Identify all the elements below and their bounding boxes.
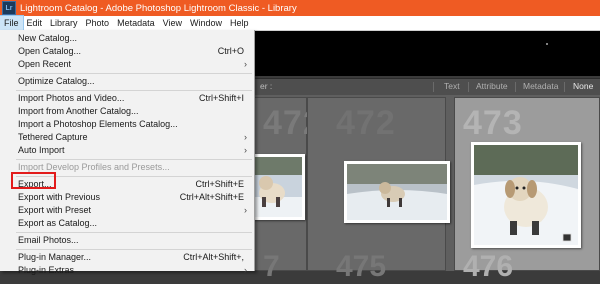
menu-item-export-with-preset[interactable]: Export with Preset › — [0, 204, 254, 217]
submenu-arrow-icon: › — [244, 59, 247, 69]
menu-item-tethered-capture[interactable]: Tethered Capture › — [0, 131, 254, 144]
menu-item-label: Export as Catalog... — [18, 218, 98, 228]
menu-photo[interactable]: Photo — [82, 16, 114, 30]
dog-photo-image — [474, 145, 578, 245]
identity-plate — [255, 31, 600, 76]
cell-index-next: 475 — [336, 250, 387, 283]
menu-view[interactable]: View — [159, 16, 186, 30]
menu-item-label: Optimize Catalog... — [18, 76, 95, 86]
menu-item-new-catalog[interactable]: New Catalog... — [0, 32, 254, 45]
cell-index-next: 476 — [463, 250, 514, 283]
submenu-arrow-icon: › — [244, 205, 247, 215]
menu-item-import-photos[interactable]: Import Photos and Video... Ctrl+Shift+I — [0, 92, 254, 105]
menu-item-shortcut: Ctrl+O — [217, 46, 244, 56]
divider — [564, 82, 565, 92]
menu-item-label: Import from Another Catalog... — [18, 106, 139, 116]
menu-item-open-catalog[interactable]: Open Catalog... Ctrl+O — [0, 45, 254, 58]
menu-item-label: Open Recent — [18, 59, 72, 69]
filter-label: er : — [260, 81, 273, 91]
menu-help[interactable]: Help — [226, 16, 253, 30]
library-filter-bar: er : Text Attribute Metadata None — [255, 78, 600, 95]
divider — [433, 82, 434, 92]
photo-thumbnail[interactable] — [344, 161, 450, 223]
menu-item-shortcut: Ctrl+Alt+Shift+, — [183, 252, 244, 262]
submenu-arrow-icon: › — [244, 132, 247, 142]
menu-item-label: New Catalog... — [18, 33, 78, 43]
menu-item-import-elements-catalog[interactable]: Import a Photoshop Elements Catalog... — [0, 118, 254, 131]
menu-item-label: Export with Preset — [18, 205, 92, 215]
lightroom-app-icon: Lr — [2, 1, 16, 15]
grid-cell[interactable]: 472 475 — [307, 97, 450, 283]
cell-index: 472 — [336, 104, 396, 142]
menu-bar: File Edit Library Photo Metadata View Wi… — [0, 15, 600, 31]
menu-item-label: Export with Previous — [18, 192, 101, 202]
menu-edit[interactable]: Edit — [23, 16, 47, 30]
menu-item-open-recent[interactable]: Open Recent › — [0, 58, 254, 71]
menu-item-label: Auto Import — [18, 145, 65, 155]
cell-index-next: 7 — [263, 250, 280, 283]
menu-item-label: Plug-in Manager... — [18, 252, 92, 262]
menu-divider — [16, 249, 252, 250]
menu-item-plugin-manager[interactable]: Plug-in Manager... Ctrl+Alt+Shift+, — [0, 251, 254, 264]
divider — [515, 82, 516, 92]
menu-library[interactable]: Library — [46, 16, 82, 30]
export-highlight-box — [11, 172, 56, 189]
dog-photo-image — [252, 157, 302, 217]
grid-cell-selected[interactable]: 473 476 — [454, 97, 600, 283]
menu-item-label: Tethered Capture — [18, 132, 88, 142]
menu-item-label: Email Photos... — [18, 235, 79, 245]
menu-item-shortcut: Ctrl+Alt+Shift+E — [179, 192, 244, 202]
divider — [468, 82, 469, 92]
menu-item-shortcut: Ctrl+Shift+I — [198, 93, 244, 103]
menu-divider — [16, 73, 252, 74]
menu-item-label: Import Photos and Video... — [18, 93, 125, 103]
menu-item-import-another-catalog[interactable]: Import from Another Catalog... — [0, 105, 254, 118]
library-grid: 472 7 472 475 473 476 — [240, 95, 600, 283]
menu-item-export-as-catalog[interactable]: Export as Catalog... — [0, 217, 254, 230]
menu-window[interactable]: Window — [186, 16, 226, 30]
menu-item-auto-import[interactable]: Auto Import › — [0, 144, 254, 157]
cell-index: 473 — [463, 104, 523, 142]
photo-thumbnail[interactable] — [471, 142, 581, 248]
photo-thumbnail[interactable] — [249, 154, 305, 220]
submenu-arrow-icon: › — [244, 145, 247, 155]
file-menu-dropdown: New Catalog... Open Catalog... Ctrl+O Op… — [0, 30, 255, 275]
dog-photo-image — [347, 164, 447, 220]
dot-icon — [546, 43, 548, 45]
menu-item-export-with-previous[interactable]: Export with Previous Ctrl+Alt+Shift+E — [0, 191, 254, 204]
filter-tab-none[interactable]: None — [573, 81, 593, 91]
filter-tab-text[interactable]: Text — [444, 81, 460, 91]
menu-metadata[interactable]: Metadata — [113, 16, 159, 30]
menu-item-label: Open Catalog... — [18, 46, 82, 56]
filter-tab-metadata[interactable]: Metadata — [523, 81, 558, 91]
menu-file[interactable]: File — [0, 15, 24, 31]
menu-item-label: Import a Photoshop Elements Catalog... — [18, 119, 178, 129]
title-bar: Lr Lightroom Catalog - Adobe Photoshop L… — [0, 0, 600, 16]
menu-divider — [16, 159, 252, 160]
menu-item-shortcut: Ctrl+Shift+E — [195, 179, 244, 189]
menu-divider — [16, 90, 252, 91]
menu-item-email-photos[interactable]: Email Photos... — [0, 234, 254, 247]
window-title: Lightroom Catalog - Adobe Photoshop Ligh… — [20, 2, 297, 14]
menu-divider — [16, 232, 252, 233]
filter-tab-attribute[interactable]: Attribute — [476, 81, 508, 91]
menu-item-optimize-catalog[interactable]: Optimize Catalog... — [0, 75, 254, 88]
